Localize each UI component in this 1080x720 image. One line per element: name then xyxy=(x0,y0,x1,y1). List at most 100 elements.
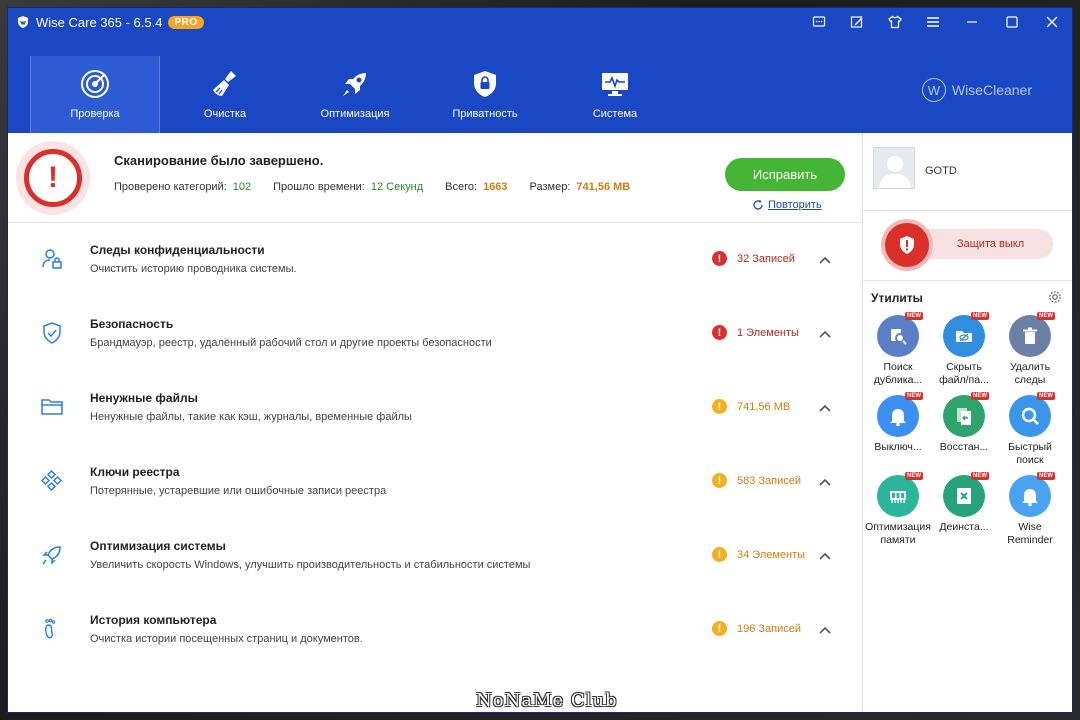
utility-duplicate-search[interactable]: NEW Поиск дублика... xyxy=(865,312,931,387)
item-description: Ненужные файлы, такие как кэш, журналы, … xyxy=(90,411,412,423)
close-icon[interactable] xyxy=(1032,8,1072,36)
reminder-bell-icon: NEW xyxy=(1009,472,1055,517)
total-value: 1663 xyxy=(483,181,508,193)
utility-restore[interactable]: NEW Восстан... xyxy=(931,392,997,454)
size-value: 741,56 MB xyxy=(576,181,631,193)
tab-system[interactable]: Система xyxy=(550,56,680,133)
item-status: ! 34 Элементы xyxy=(712,547,805,562)
rocket-icon xyxy=(343,73,366,96)
chevron-up-icon[interactable] xyxy=(818,327,832,341)
checked-value: 102 xyxy=(232,181,252,193)
utility-label-line1: Удалить xyxy=(1009,361,1051,373)
list-item[interactable]: Следы конфиденциальности Очистить истори… xyxy=(8,223,862,297)
hide-folder-icon: NEW xyxy=(943,312,989,357)
utility-label-line2: следы xyxy=(1014,374,1046,386)
item-title: Оптимизация системы xyxy=(90,539,226,553)
new-badge: NEW xyxy=(905,312,923,320)
new-badge: NEW xyxy=(1037,392,1055,400)
warning-icon: ! xyxy=(712,473,727,488)
utility-label-line2: дублика... xyxy=(873,374,923,386)
utilities-title: Утилиты xyxy=(871,291,923,305)
new-badge: NEW xyxy=(1037,312,1055,320)
error-icon: ! xyxy=(712,251,727,266)
tab-clean[interactable]: Очистка xyxy=(160,56,290,133)
repeat-label: Повторить xyxy=(768,199,822,211)
utility-hide-folder[interactable]: NEW Скрыть файл/па... xyxy=(931,312,997,387)
item-status: ! 196 Записей xyxy=(712,621,801,636)
list-item[interactable]: Ненужные файлы Ненужные файлы, такие как… xyxy=(8,371,862,445)
checked-label: Проверено категорий: xyxy=(114,181,227,193)
utility-quick-search[interactable]: NEW Быстрый поиск xyxy=(997,392,1063,467)
list-item[interactable]: История компьютера Очистка истории посещ… xyxy=(8,593,862,667)
utility-uninstall[interactable]: NEW Деинста... xyxy=(931,472,997,534)
protection-toggle[interactable]: Защита выкл xyxy=(863,211,1072,281)
chevron-up-icon[interactable] xyxy=(818,253,832,267)
list-item[interactable]: Безопасность Брандмауэр, реестр, удалённ… xyxy=(8,297,862,371)
repeat-link[interactable]: Повторить xyxy=(752,199,822,211)
item-description: Увеличить скорость Windows, улучшить про… xyxy=(90,559,531,571)
shirt-icon[interactable] xyxy=(876,8,914,36)
refresh-icon xyxy=(753,199,763,210)
fix-button[interactable]: Исправить xyxy=(725,158,845,191)
chevron-up-icon[interactable] xyxy=(818,401,832,415)
trash-icon: NEW xyxy=(1009,312,1055,357)
utility-label-line1: Wise xyxy=(1018,521,1042,533)
utility-reminder-bell[interactable]: NEW Wise Reminder xyxy=(997,472,1063,547)
new-badge: NEW xyxy=(905,392,923,400)
scan-stats: Проверено категорий: 102 Прошло времени:… xyxy=(114,181,652,193)
new-badge: NEW xyxy=(971,312,989,320)
menu-icon[interactable] xyxy=(914,8,952,36)
utility-trash[interactable]: NEW Удалить следы xyxy=(997,312,1063,387)
avatar[interactable] xyxy=(873,147,915,189)
main-nav: Проверка Очистка Оптимизация Приватность… xyxy=(30,56,680,133)
utilities-header: Утилиты xyxy=(863,281,1072,311)
list-item[interactable]: Ключи реестра Потерянные, устаревшие или… xyxy=(8,445,862,519)
app-title: Wise Care 365 - 6.5.4 xyxy=(36,14,163,30)
tab-label: Очистка xyxy=(203,108,247,120)
scan-results: ! Сканирование было завершено. Проверено… xyxy=(8,133,862,712)
tab-privacy[interactable]: Приватность xyxy=(420,56,550,133)
item-title: Следы конфиденциальности xyxy=(90,243,265,257)
scan-summary: ! Сканирование было завершено. Проверено… xyxy=(8,133,862,223)
tab-optimize[interactable]: Оптимизация xyxy=(290,56,420,133)
user-placeholder-icon xyxy=(879,156,911,188)
utility-label-line2: файл/па... xyxy=(939,374,989,386)
user-section: GOTD xyxy=(863,133,1072,211)
shield-alert-icon xyxy=(885,223,929,267)
utility-memory[interactable]: NEW Оптимизация памяти xyxy=(865,472,931,547)
lock-icon xyxy=(474,71,496,97)
utility-label-line2: памяти xyxy=(880,534,916,546)
app-window: Wise Care 365 - 6.5.4 PRO Проверка Очист… xyxy=(8,8,1072,712)
utility-bell[interactable]: NEW Выключ... xyxy=(865,392,931,454)
item-status: ! 32 Записей xyxy=(712,251,795,266)
pro-badge: PRO xyxy=(168,15,204,29)
utility-label-line1: Быстрый xyxy=(1008,441,1052,453)
tab-check[interactable]: Проверка xyxy=(30,56,160,133)
item-description: Очистка истории посещенных страниц и док… xyxy=(90,633,363,645)
watermark: NoNaMe Club xyxy=(476,690,618,711)
utility-label-line1: Поиск xyxy=(883,361,913,373)
elapsed-label: Прошло времени: xyxy=(273,181,365,193)
gear-icon[interactable] xyxy=(1048,290,1062,304)
title-controls xyxy=(800,8,1072,36)
item-title: Безопасность xyxy=(90,317,174,331)
username[interactable]: GOTD xyxy=(925,165,957,177)
maximize-icon[interactable] xyxy=(992,8,1032,36)
chevron-up-icon[interactable] xyxy=(818,475,832,489)
memory-icon: NEW xyxy=(877,472,923,517)
new-badge: NEW xyxy=(971,392,989,400)
warning-icon: ! xyxy=(712,399,727,414)
list-item[interactable]: Оптимизация системы Увеличить скорость W… xyxy=(8,519,862,593)
chevron-up-icon[interactable] xyxy=(818,623,832,637)
item-title: Ненужные файлы xyxy=(90,391,198,405)
new-badge: NEW xyxy=(905,472,923,480)
alert-icon: ! xyxy=(16,141,90,215)
chevron-up-icon[interactable] xyxy=(818,549,832,563)
radar-icon xyxy=(81,70,109,98)
uninstall-icon: NEW xyxy=(943,472,989,517)
wisecleaner-brand[interactable]: W WiseCleaner xyxy=(921,78,1032,102)
utility-label-line1: Восстан... xyxy=(939,441,989,453)
edit-icon[interactable] xyxy=(838,8,876,36)
chat-icon[interactable] xyxy=(800,8,838,36)
minimize-icon[interactable] xyxy=(952,8,992,36)
